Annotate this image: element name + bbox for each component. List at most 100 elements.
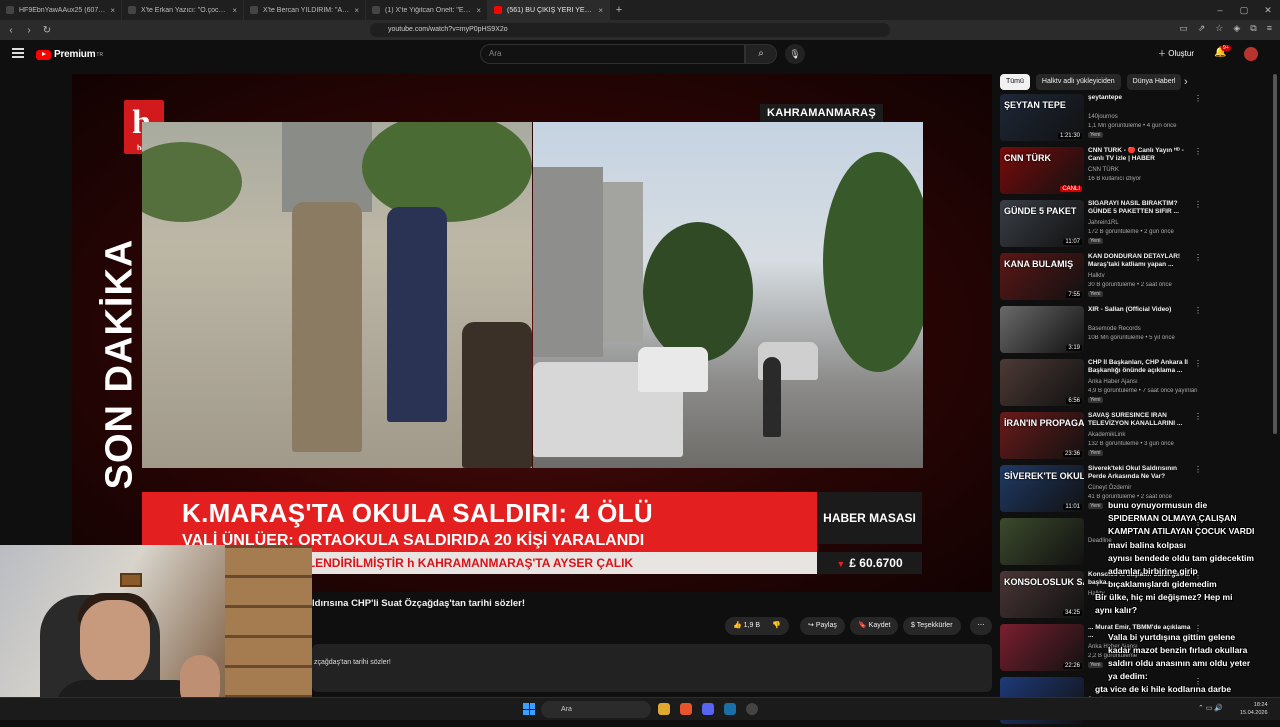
back-icon[interactable]: ‹	[4, 25, 18, 36]
new-tab-button[interactable]: +	[610, 4, 628, 16]
channel-name[interactable]: CNN TÜRK	[1088, 167, 1119, 173]
youtube-logo[interactable]: Premium TR	[36, 49, 103, 60]
share-button[interactable]: ↪ Paylaş	[800, 617, 845, 635]
more-options-icon[interactable]: ⋮	[1194, 359, 1202, 368]
more-options-icon[interactable]: ⋮	[1194, 200, 1202, 209]
close-tab-icon[interactable]: ×	[232, 6, 237, 15]
create-button[interactable]: ＋ Oluştur	[1158, 48, 1194, 59]
video-thumbnail[interactable]: KANA BULAMIŞ 7:55	[1000, 253, 1084, 300]
channel-name[interactable]: Basemode Records	[1088, 326, 1141, 332]
more-options-icon[interactable]: ⋮	[1194, 306, 1202, 315]
maximize-icon[interactable]: ▢	[1232, 5, 1256, 16]
more-actions-button[interactable]: ⋯	[970, 617, 992, 635]
thanks-button[interactable]: $ Teşekkürler	[903, 617, 961, 635]
save-button[interactable]: 🔖 Kaydet	[850, 617, 899, 635]
minimize-icon[interactable]: –	[1208, 5, 1232, 15]
description-box[interactable]: zçağdaş'tan tarihi sözler!	[312, 644, 992, 692]
filter-chip[interactable]: Tümü	[1000, 74, 1030, 90]
browser-tab[interactable]: X'te Erkan Yazıcı: "O.çocukları #yusuf ×	[122, 0, 244, 20]
video-thumbnail[interactable]	[1000, 518, 1084, 565]
browser-tab[interactable]: (561) BU ÇIKIŞ YERİ YERİNDEN Ö ×	[488, 0, 610, 20]
video-thumbnail[interactable]: İRAN'IN PROPAGANDA 23:36	[1000, 412, 1084, 459]
search-input[interactable]: Ara	[480, 44, 745, 64]
recommended-video[interactable]: CNN TÜRK CANLI CNN TÜRK - 🔴 Canlı Yayın ᴴᴰ…	[1000, 147, 1202, 197]
recommended-video[interactable]: ŞEYTAN TEPE 1:21:30 şeytantepe 140journos 1,…	[1000, 94, 1202, 144]
hamburger-icon[interactable]	[12, 48, 24, 58]
filter-chip[interactable]: Dünya Haberl	[1126, 74, 1182, 90]
close-tab-icon[interactable]: ×	[476, 6, 481, 15]
discord-icon[interactable]	[702, 703, 714, 715]
avatar[interactable]	[1244, 47, 1258, 61]
recommended-video[interactable]: GÜNDE 5 PAKET 11:07 SİGARAYI NASIL BIRAKTI…	[1000, 200, 1202, 250]
voice-search-button[interactable]: 🎙	[785, 44, 805, 64]
channel-name[interactable]: Halktv	[1088, 273, 1105, 279]
browser-tab[interactable]: X'te Bercan YILDIRIM: "Aman Tanrım ×	[244, 0, 366, 20]
bookmark-icon: 🔖	[858, 622, 867, 629]
browser-tab[interactable]: (1) X'te Yiğitcan Önelt: "Erkan Baş (Ol ×	[366, 0, 488, 20]
system-tray[interactable]: ⌃ ▭ 🔊	[1198, 704, 1223, 712]
recommended-video[interactable]: KANA BULAMIŞ 7:55 KAN DONDURAN DETAYLAR! M…	[1000, 253, 1202, 303]
new-badge: Yeni	[1088, 450, 1103, 456]
video-thumbnail[interactable]: KONSOLOSLUK SALDIRISIN 34:25	[1000, 571, 1084, 618]
duration-badge: 6:56	[1066, 398, 1082, 404]
more-options-icon[interactable]: ⋮	[1194, 412, 1202, 421]
thumbnail-text: KANA BULAMIŞ	[1004, 259, 1074, 269]
obs-icon[interactable]	[746, 703, 758, 715]
brave-shield-icon[interactable]: ◈	[1233, 23, 1240, 34]
close-tab-icon[interactable]: ×	[598, 6, 603, 15]
cast-icon[interactable]: ▭	[1179, 23, 1188, 34]
thumbs-down-icon[interactable]: 👎	[772, 622, 781, 629]
channel-name[interactable]: Cüneyt Özdemir	[1088, 485, 1131, 491]
new-badge: Yeni	[1088, 503, 1103, 509]
steam-icon[interactable]	[724, 703, 736, 715]
filter-chip[interactable]: Halktv adlı yükleyiciden	[1035, 74, 1121, 90]
recommended-video[interactable]: 6:56 CHP İl Başkanları, CHP Ankara İl Baş…	[1000, 359, 1202, 409]
video-frame-right	[533, 122, 923, 468]
logo-country: TR	[96, 51, 104, 58]
more-options-icon[interactable]: ⋮	[1194, 94, 1202, 103]
chevron-right-icon[interactable]: ›	[1184, 76, 1188, 88]
url-field[interactable]: youtube.com/watch?v=myP0pHS9X2o	[370, 23, 890, 37]
youtube-favicon-icon	[494, 6, 502, 14]
more-options-icon[interactable]: ⋮	[1194, 253, 1202, 262]
video-thumbnail[interactable]: 6:56	[1000, 359, 1084, 406]
close-icon[interactable]: ✕	[1256, 5, 1280, 16]
file-explorer-icon[interactable]	[658, 703, 670, 715]
video-thumbnail[interactable]: 3:19	[1000, 306, 1084, 353]
scrollbar[interactable]	[1273, 74, 1277, 434]
video-thumbnail[interactable]: GÜNDE 5 PAKET 11:07	[1000, 200, 1084, 247]
browser-tab[interactable]: HF9EbnYawAAux25 (607×1205)×	[0, 0, 122, 20]
recommended-video[interactable]: 3:19 XIR - Sallan (Official Video) Basemod…	[1000, 306, 1202, 356]
video-thumbnail[interactable]: SİVEREK'TE OKUL 11:01	[1000, 465, 1084, 512]
channel-name[interactable]: Anka Haber Ajansı	[1088, 379, 1138, 385]
extensions-icon[interactable]: ⧉	[1250, 23, 1256, 34]
more-options-icon[interactable]: ⋮	[1194, 465, 1202, 474]
like-button[interactable]: 👍 1,9 B 👎	[725, 617, 789, 635]
new-badge: Yeni	[1088, 291, 1103, 297]
video-thumbnail[interactable]: CNN TÜRK CANLI	[1000, 147, 1084, 194]
share-icon[interactable]: ⇗	[1198, 23, 1206, 34]
video-thumbnail[interactable]: 22:26	[1000, 624, 1084, 671]
menu-icon[interactable]: ≡	[1267, 23, 1272, 34]
channel-name[interactable]: Jahrein1RL	[1088, 220, 1119, 226]
search-button[interactable]: ⌕	[745, 44, 777, 64]
recommended-video[interactable]: İRAN'IN PROPAGANDA 23:36 SAVAŞ SÜRESİNCE İ…	[1000, 412, 1202, 462]
close-tab-icon[interactable]: ×	[354, 6, 359, 15]
more-options-icon[interactable]: ⋮	[1194, 147, 1202, 156]
chat-message: Bir ülke, hiç mi değişmez? Hep mi	[1095, 592, 1233, 602]
video-thumbnail[interactable]: ŞEYTAN TEPE 1:21:30	[1000, 94, 1084, 141]
reload-icon[interactable]: ↻	[40, 25, 54, 36]
clock[interactable]: 18:24 15.04.2026	[1240, 701, 1268, 717]
filter-chips: Tümü Halktv adlı yükleyiciden Dünya Haberl	[1000, 74, 1182, 90]
windows-start-icon[interactable]	[523, 703, 535, 715]
taskbar-search[interactable]: Ara	[541, 701, 651, 718]
video-player[interactable]: h halk SON DAKİKA KAHRAMANMARAŞ K.MARAŞ'…	[72, 74, 992, 592]
chat-message: aynısı bendede oldu tam gidecektim	[1108, 553, 1254, 563]
channel-name[interactable]: 140journos	[1088, 114, 1118, 120]
star-icon[interactable]: ☆	[1215, 23, 1223, 34]
channel-name[interactable]: AkademikLink	[1088, 432, 1125, 438]
chat-message: bunu oynuyormusun die	[1108, 500, 1208, 510]
close-tab-icon[interactable]: ×	[110, 6, 115, 15]
brave-icon[interactable]	[680, 703, 692, 715]
forward-icon[interactable]: ›	[22, 25, 36, 36]
